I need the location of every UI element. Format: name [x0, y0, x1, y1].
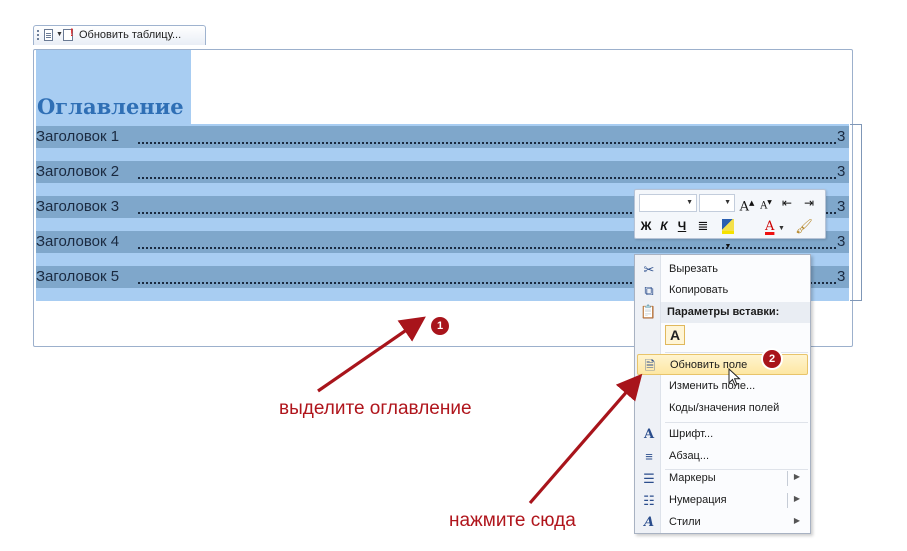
arrow-to-update-field	[528, 373, 643, 505]
arrow-to-toc	[317, 316, 426, 393]
step-1-caption: выделите оглавление	[279, 398, 472, 419]
annotation-arrows	[317, 316, 643, 505]
step-2-caption: нажмите сюда	[449, 510, 576, 531]
step-2-badge: 2	[763, 350, 781, 368]
step-1-badge: 1	[431, 317, 449, 335]
